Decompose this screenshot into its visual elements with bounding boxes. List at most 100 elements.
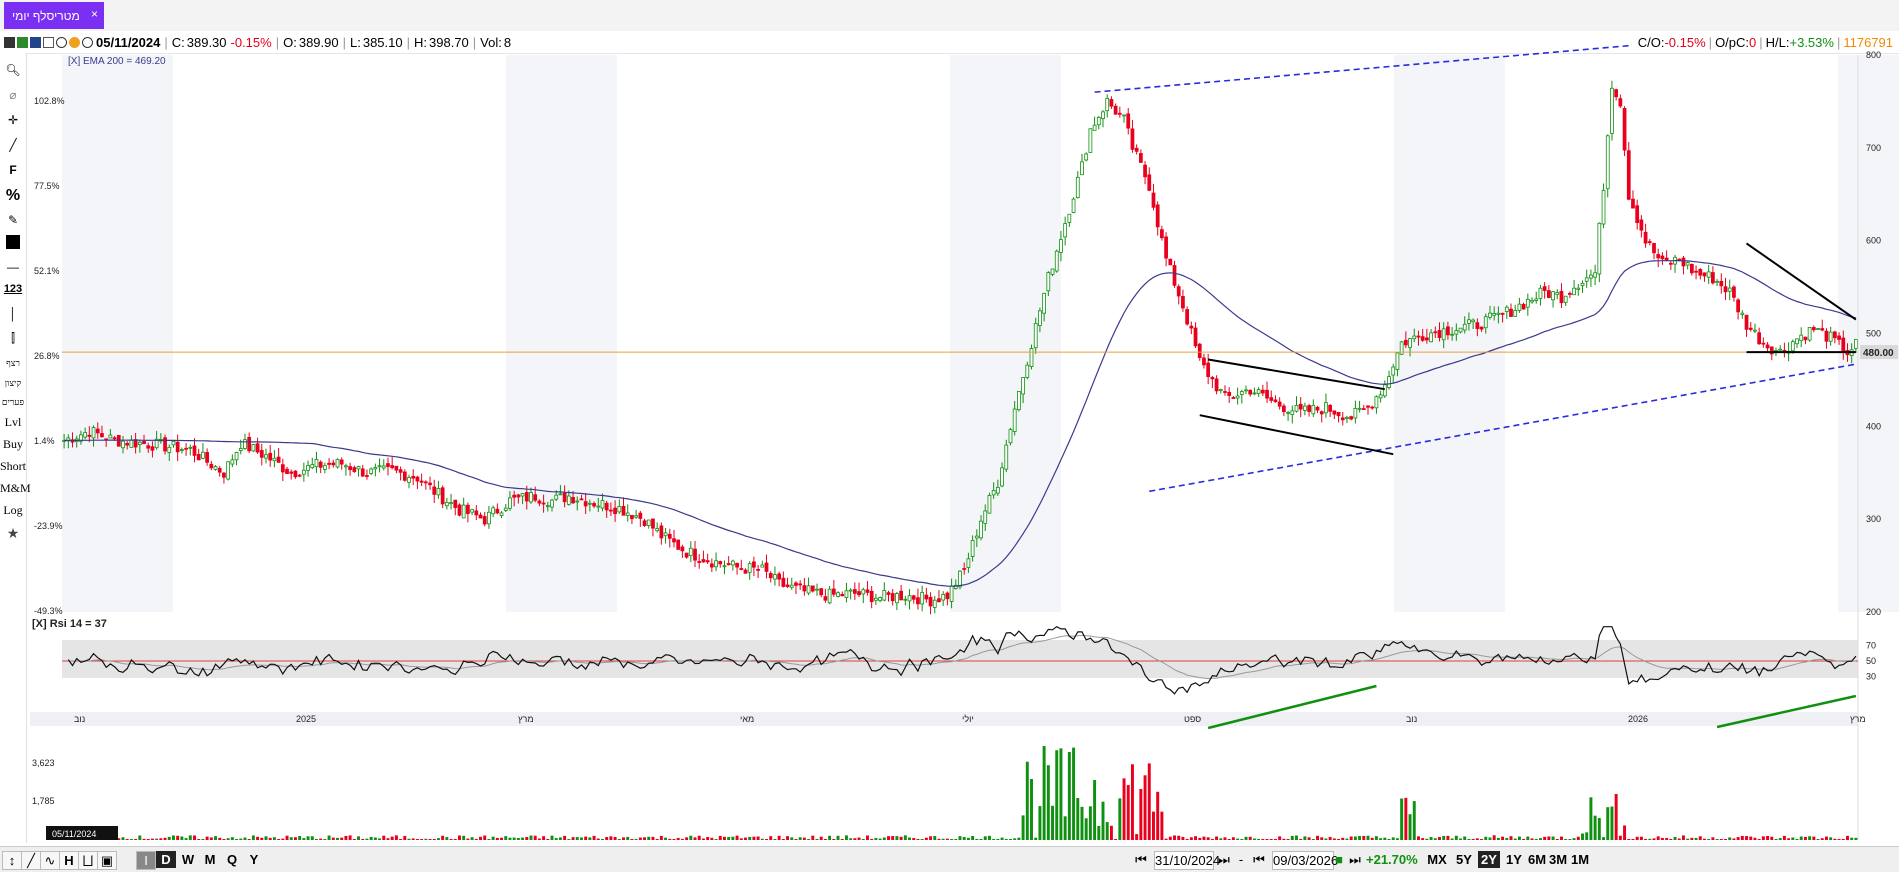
next-page-icon[interactable]: ⏭ — [1213, 851, 1235, 868]
volume-bar — [1749, 836, 1753, 840]
volume-bar — [1543, 836, 1547, 840]
candle — [562, 492, 567, 503]
interval-m[interactable]: M — [200, 851, 220, 868]
toolbar-gaps[interactable]: פערים — [0, 397, 26, 408]
volume-bar — [634, 839, 638, 840]
trend-chart-icon[interactable]: ∿ — [40, 851, 60, 870]
range-change: +21.70% — [1366, 852, 1418, 867]
pct-tick: 77.5% — [34, 181, 60, 191]
candle — [1248, 389, 1253, 395]
candle — [1525, 298, 1530, 308]
numbers-icon[interactable]: 123 — [0, 283, 26, 295]
toolbar-lvl[interactable]: Lvl — [0, 415, 26, 430]
toolbar-short[interactable]: Short — [0, 459, 26, 474]
save-icon[interactable]: ▣ — [97, 851, 117, 870]
line-chart-icon[interactable]: ╱ — [21, 851, 41, 870]
volume-bar — [373, 837, 377, 840]
period-3m[interactable]: 3M — [1547, 851, 1569, 868]
volume-bar — [1269, 839, 1273, 840]
volume-bar — [394, 835, 398, 840]
period-1m[interactable]: 1M — [1569, 851, 1591, 868]
volume-bar — [651, 836, 655, 840]
candle — [794, 582, 798, 586]
volume-bar — [277, 839, 281, 840]
percent-icon[interactable]: % — [0, 187, 26, 205]
volume-bar — [1850, 837, 1854, 840]
vertical-line-icon[interactable]: │ — [0, 307, 26, 321]
toolbar-buy[interactable]: Buy — [0, 437, 26, 452]
volume-bar — [1559, 836, 1563, 840]
volume-bar — [197, 839, 201, 840]
to-date[interactable]: 09/03/2026 — [1272, 851, 1338, 870]
candle — [1202, 357, 1206, 366]
chart-canvas[interactable]: 480.00 102.8% 77.5% 52.1% 26.8% 1.4% -23.9% -49… — [0, 0, 1899, 846]
volume-bar — [218, 837, 222, 840]
volume-bar — [769, 836, 773, 840]
candle — [890, 593, 895, 602]
toolbar-extreme[interactable]: קיצון — [0, 378, 26, 389]
period-2y[interactable]: 2Y — [1478, 851, 1500, 868]
candle — [1378, 394, 1383, 399]
period-6m[interactable]: 6M — [1526, 851, 1548, 868]
volume-bar — [815, 839, 819, 840]
candle — [524, 492, 529, 502]
prev-page-icon[interactable]: ⏮ — [1248, 851, 1270, 868]
drawing-toolbar: 🔍︎ ⌀ ✛ ╱ F % ✎ — 123 │ ⫿ רצף קיצון פערים… — [0, 53, 31, 843]
first-page-icon[interactable]: ⏮ — [1130, 851, 1152, 868]
interval-i[interactable]: I — [136, 851, 156, 870]
period-mx[interactable]: MX — [1426, 851, 1448, 868]
toolbar-mm[interactable]: M&M — [0, 481, 31, 496]
candle — [1656, 254, 1661, 259]
candle — [1008, 429, 1013, 444]
volume-bar — [1791, 837, 1795, 840]
volume-bar — [1093, 780, 1097, 840]
volume-bar — [1341, 837, 1345, 840]
volume-bar — [659, 835, 663, 840]
volume-bar — [1660, 837, 1664, 840]
candle — [1349, 416, 1354, 420]
volume-bar — [744, 837, 747, 840]
volume-bar — [382, 835, 386, 840]
interval-w[interactable]: W — [178, 851, 198, 868]
interval-d[interactable]: D — [156, 851, 176, 868]
color-box-icon[interactable] — [0, 235, 26, 252]
interval-y[interactable]: Y — [244, 851, 264, 868]
candle — [142, 440, 146, 445]
candle — [1488, 312, 1492, 318]
volume-bar — [487, 839, 491, 840]
candle — [1437, 330, 1442, 339]
hl-chart-icon[interactable]: H — [59, 851, 79, 870]
volume-bar — [1677, 838, 1681, 840]
volume-bar — [1328, 836, 1332, 840]
period-1y[interactable]: 1Y — [1503, 851, 1525, 868]
fibonacci-icon[interactable]: F — [0, 163, 26, 177]
volume-bar — [685, 837, 689, 840]
pan-icon[interactable]: ↕ — [2, 851, 22, 870]
volume-bar — [1332, 838, 1336, 840]
from-date[interactable]: 31/10/2024 — [1154, 851, 1220, 870]
search-icon[interactable]: 🔍︎ — [0, 63, 26, 77]
candle — [575, 500, 580, 503]
period-5y[interactable]: 5Y — [1453, 851, 1475, 868]
eraser-icon[interactable]: ⌀ — [0, 88, 26, 102]
horizontal-line-icon[interactable]: — — [0, 260, 26, 274]
bar-chart-icon[interactable]: ⨆ — [78, 851, 98, 870]
candle-icon[interactable]: ⫿ — [0, 331, 26, 346]
star-icon[interactable]: ★ — [0, 525, 26, 542]
toolbar-log[interactable]: Log — [0, 503, 26, 518]
crosshair-icon[interactable]: ✛ — [0, 113, 26, 127]
last-page-icon[interactable]: ⏭ — [1346, 851, 1364, 868]
toolbar-sequence[interactable]: רצף — [0, 358, 26, 369]
volume-bar — [1105, 822, 1109, 840]
volume-bar — [1471, 839, 1475, 840]
candle — [1702, 272, 1707, 277]
candle — [756, 568, 760, 571]
candle — [1374, 396, 1379, 409]
line-tool-icon[interactable]: ╱ — [0, 138, 26, 152]
lock-icon[interactable]: ■ — [1333, 851, 1345, 868]
interval-q[interactable]: Q — [222, 851, 242, 868]
pencil-icon[interactable]: ✎ — [0, 213, 26, 227]
volume-bar — [167, 836, 171, 840]
volume-bar — [483, 835, 487, 840]
candle — [125, 442, 130, 446]
